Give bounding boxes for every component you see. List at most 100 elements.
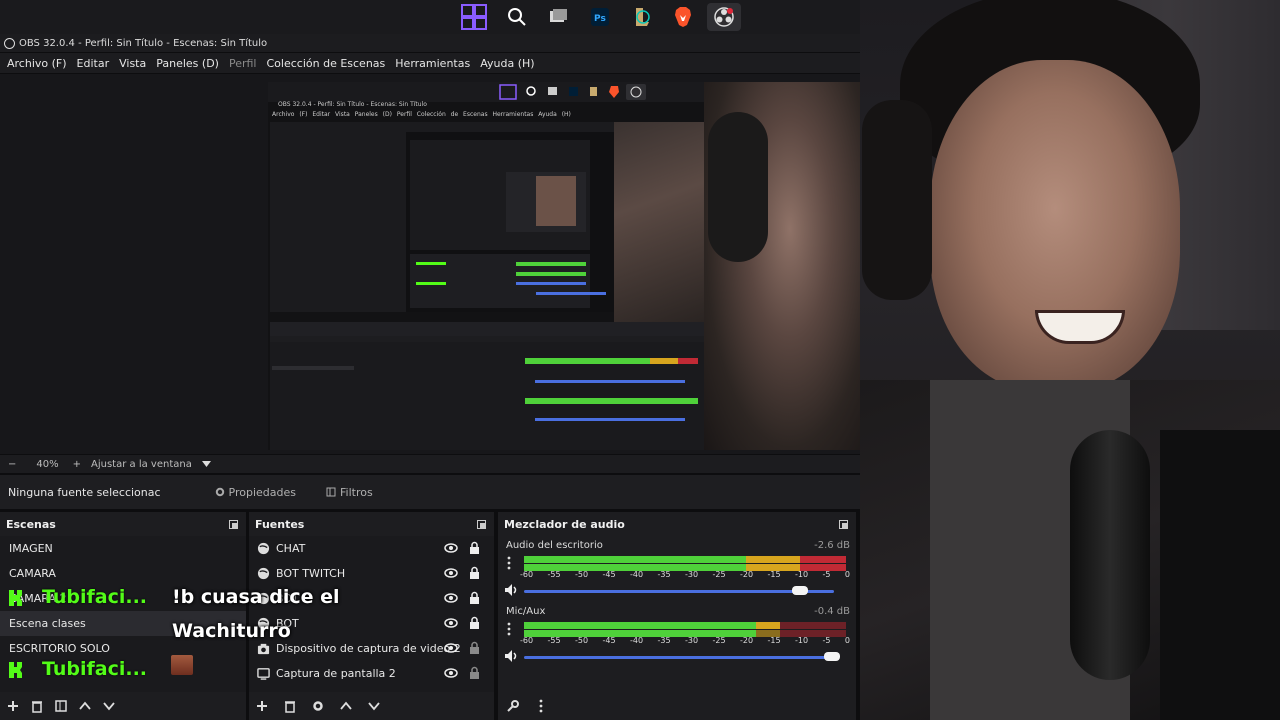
tick-label: -20 — [740, 570, 754, 579]
trash-icon[interactable] — [283, 699, 297, 713]
move-up-icon[interactable] — [339, 699, 353, 713]
windows-start-icon[interactable] — [457, 3, 491, 31]
tick-label: -15 — [767, 636, 781, 645]
volume-slider-handle[interactable] — [824, 652, 840, 661]
menu-editar[interactable]: Editar — [72, 57, 115, 70]
tick-label: -60 — [520, 570, 534, 579]
tick-label: -5 — [822, 570, 831, 579]
globe-icon — [257, 567, 270, 580]
lock-icon[interactable] — [469, 616, 480, 630]
undock-icon[interactable] — [477, 519, 486, 529]
fit-dropdown-icon[interactable] — [201, 459, 211, 470]
tick-label: -40 — [630, 570, 644, 579]
undock-icon[interactable] — [839, 519, 848, 529]
mixer-toolbar — [498, 692, 856, 720]
properties-button[interactable]: Propiedades — [207, 482, 304, 503]
chat-message-continued: Wachiturro — [172, 620, 291, 642]
mixer-title: Mezclador de audio — [504, 517, 625, 531]
move-down-icon[interactable] — [367, 699, 381, 713]
zoom-in-button[interactable]: + — [73, 459, 81, 470]
scene-item[interactable]: CAMARA — [0, 561, 246, 586]
sources-dock: Fuentes CHAT BOT TWITCH BOT BOT Disposit… — [249, 512, 494, 720]
more-options-icon[interactable] — [506, 622, 512, 636]
move-down-icon[interactable] — [102, 699, 116, 713]
eye-icon[interactable] — [444, 567, 458, 579]
league-of-legends-icon[interactable] — [624, 3, 658, 31]
volume-slider[interactable] — [524, 590, 834, 593]
menu-vista[interactable]: Vista — [114, 57, 151, 70]
menu-paneles[interactable]: Paneles (D) — [151, 57, 224, 70]
audio-mixer-dock: Mezclador de audio Audio del escritorio … — [498, 512, 856, 720]
nested-taskbar — [268, 82, 704, 102]
search-icon[interactable] — [500, 3, 534, 31]
advanced-audio-icon[interactable] — [506, 699, 520, 713]
kick-logo-icon — [9, 662, 22, 678]
lock-icon[interactable] — [469, 566, 480, 580]
move-up-icon[interactable] — [78, 699, 92, 713]
meter-scale: -60 -55 -50 -45 -40 -35 -30 -25 -20 -15 … — [520, 570, 850, 579]
source-item[interactable]: Captura de pantalla 2 — [249, 661, 494, 686]
source-label: Captura de pantalla 2 — [276, 667, 396, 680]
filter-icon — [326, 487, 336, 497]
properties-label: Propiedades — [228, 485, 297, 499]
add-source-icon[interactable] — [255, 699, 269, 713]
more-options-icon[interactable] — [538, 699, 544, 713]
brave-browser-icon[interactable] — [666, 3, 700, 31]
menu-perfil[interactable]: Perfil — [224, 57, 262, 70]
photoshop-icon[interactable]: Ps — [583, 3, 617, 31]
eye-icon[interactable] — [444, 667, 458, 679]
tick-label: -50 — [575, 636, 589, 645]
volume-slider-handle[interactable] — [792, 586, 808, 595]
menu-ayuda[interactable]: Ayuda (H) — [475, 57, 539, 70]
scene-item[interactable]: IMAGEN — [0, 536, 246, 561]
source-label: CHAT — [276, 542, 306, 555]
gear-icon[interactable] — [311, 699, 325, 713]
volume-meter-left — [524, 556, 846, 563]
tick-label: -45 — [602, 636, 616, 645]
fit-window-label[interactable]: Ajustar a la ventana — [91, 459, 192, 470]
lock-icon[interactable] — [469, 641, 480, 655]
speaker-icon[interactable] — [504, 583, 520, 597]
camera-icon — [257, 643, 270, 655]
volume-meter-left — [524, 622, 846, 629]
svg-text:Ps: Ps — [594, 14, 606, 24]
speaker-icon[interactable] — [504, 649, 520, 663]
eye-icon[interactable] — [444, 542, 458, 554]
menu-coleccion-escenas[interactable]: Colección de Escenas — [262, 57, 391, 70]
channel-db: -0.4 dB — [814, 606, 850, 617]
filters-button[interactable]: Filtros — [318, 482, 381, 503]
scenes-toolbar — [0, 692, 246, 720]
tick-label: -50 — [575, 570, 589, 579]
eye-icon[interactable] — [444, 592, 458, 604]
lock-icon[interactable] — [469, 591, 480, 605]
tick-label: 0 — [844, 636, 850, 645]
menu-archivo[interactable]: Archivo (F) — [2, 57, 72, 70]
obs-taskbar-icon[interactable] — [707, 3, 741, 31]
task-view-icon[interactable] — [541, 3, 575, 31]
source-item[interactable]: CHAT — [249, 536, 494, 561]
lock-icon[interactable] — [469, 666, 480, 680]
mic-arm — [1160, 430, 1280, 720]
lock-icon[interactable] — [469, 541, 480, 555]
undock-icon[interactable] — [229, 519, 238, 529]
microphone — [1070, 430, 1150, 680]
tick-label: -10 — [795, 636, 809, 645]
trash-icon[interactable] — [30, 699, 44, 713]
more-options-icon[interactable] — [506, 556, 512, 570]
channel-db: -2.6 dB — [814, 540, 850, 551]
tick-label: -55 — [547, 636, 561, 645]
zoom-out-button[interactable]: − — [8, 459, 16, 470]
filter-icon[interactable] — [54, 699, 68, 713]
eye-icon[interactable] — [444, 617, 458, 629]
scenes-dock: Escenas IMAGEN CAMARA CAMARA 2 Escena cl… — [0, 512, 246, 720]
channel-name: Audio del escritorio — [506, 540, 603, 551]
menu-herramientas[interactable]: Herramientas — [390, 57, 475, 70]
tick-label: -15 — [767, 570, 781, 579]
source-item[interactable]: BOT TWITCH — [249, 561, 494, 586]
preview-canvas[interactable]: OBS 32.0.4 - Perfil: Sin Título - Escena… — [268, 82, 860, 450]
emote-icon — [171, 655, 193, 675]
add-scene-icon[interactable] — [6, 699, 20, 713]
eye-icon[interactable] — [444, 642, 458, 654]
source-label: Dispositivo de captura de video 2 — [276, 642, 461, 655]
volume-slider[interactable] — [524, 656, 834, 659]
